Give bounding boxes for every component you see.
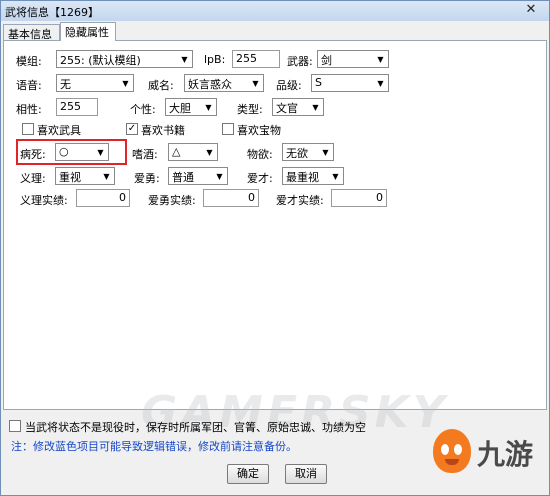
chevron-down-icon: ▼ — [252, 79, 259, 88]
righteous-select[interactable]: 重视 ▼ — [55, 167, 115, 185]
chevron-down-icon: ▼ — [377, 55, 384, 64]
righteous-value: 重视 — [59, 171, 81, 184]
mascot-eye — [441, 444, 449, 455]
brave-label: 爱勇: — [134, 172, 160, 185]
status-save-checkbox[interactable] — [9, 420, 21, 432]
hidden-attributes-panel: 模组: 255: (默认模组) ▼ lpB: 255 武器: 剑 ▼ 语音: 无… — [3, 40, 547, 410]
weapon-value: 剑 — [321, 54, 332, 67]
brave-select[interactable]: 普通 ▼ — [168, 167, 228, 185]
chevron-down-icon: ▼ — [206, 148, 213, 157]
righteous-actual-value: 0 — [119, 191, 126, 204]
chevron-down-icon: ▼ — [103, 172, 110, 181]
disease-select[interactable]: ○ ▼ — [55, 143, 109, 161]
fame-label: 威名: — [148, 79, 174, 92]
affinity-value: 255 — [60, 100, 81, 113]
close-icon[interactable]: ✕ — [519, 3, 543, 17]
lpb-value: 255 — [236, 52, 257, 65]
talent-actual-label: 爱才实绩: — [276, 194, 324, 207]
window-title: 武将信息【1269】 — [5, 6, 99, 19]
voice-select[interactable]: 无 ▼ — [56, 74, 134, 92]
alcohol-value: △ — [172, 145, 181, 158]
righteous-actual-label: 义理实绩: — [20, 194, 68, 207]
lpb-label: lpB: — [204, 53, 226, 66]
mascot-eye — [454, 444, 462, 455]
chevron-down-icon: ▼ — [322, 148, 329, 157]
desire-select[interactable]: 无欲 ▼ — [282, 143, 334, 161]
chevron-down-icon: ▼ — [97, 148, 104, 157]
disease-value: ○ — [59, 145, 69, 158]
likes-treasure-label: 喜欢宝物 — [237, 124, 281, 137]
tab-hidden-attributes[interactable]: 隐藏属性 — [60, 22, 116, 41]
model-label: 模组: — [16, 55, 42, 68]
likes-treasure-checkbox[interactable] — [222, 123, 234, 135]
lpb-input[interactable]: 255 — [232, 50, 280, 68]
fame-value: 妖言惑众 — [188, 78, 232, 91]
likes-books-checkbox[interactable]: ✓ — [126, 123, 138, 135]
title-bar: 武将信息【1269】 ✕ — [1, 1, 549, 21]
affinity-label: 相性: — [16, 103, 42, 116]
tab-strip: 基本信息 隐藏属性 — [3, 22, 549, 41]
voice-label: 语音: — [16, 79, 42, 92]
rank-label: 品级: — [276, 79, 302, 92]
desire-value: 无欲 — [286, 147, 308, 160]
chevron-down-icon: ▼ — [332, 172, 339, 181]
weapon-select[interactable]: 剑 ▼ — [317, 50, 389, 68]
personality-label: 个性: — [130, 103, 156, 116]
type-label: 类型: — [237, 103, 263, 116]
type-select[interactable]: 文官 ▼ — [272, 98, 324, 116]
chevron-down-icon: ▼ — [312, 103, 319, 112]
chevron-down-icon: ▼ — [216, 172, 223, 181]
cancel-button[interactable]: 取消 — [285, 464, 327, 484]
talent-actual-value: 0 — [376, 191, 383, 204]
brave-actual-value: 0 — [248, 191, 255, 204]
rank-value: S — [315, 76, 322, 89]
chevron-down-icon: ▼ — [181, 55, 188, 64]
chevron-down-icon: ▼ — [377, 79, 384, 88]
brave-actual-input[interactable]: 0 — [203, 189, 259, 207]
chevron-down-icon: ▼ — [122, 79, 129, 88]
status-save-label: 当武将状态不是现役时，保存时所属军团、官箐、原始忠诚、功绩为空 — [25, 421, 366, 434]
alcohol-select[interactable]: △ ▼ — [168, 143, 218, 161]
talent-actual-input[interactable]: 0 — [331, 189, 387, 207]
likes-books-label: 喜欢书籍 — [141, 124, 185, 137]
righteous-actual-input[interactable]: 0 — [76, 189, 130, 207]
alcohol-label: 嗜酒: — [132, 148, 158, 161]
desire-label: 物欲: — [247, 148, 273, 161]
fame-select[interactable]: 妖言惑众 ▼ — [184, 74, 264, 92]
personality-select[interactable]: 大胆 ▼ — [165, 98, 217, 116]
affinity-input[interactable]: 255 — [56, 98, 98, 116]
ok-button[interactable]: 确定 — [227, 464, 269, 484]
personality-value: 大胆 — [169, 102, 191, 115]
talent-select[interactable]: 最重视 ▼ — [282, 167, 344, 185]
disease-label: 病死: — [20, 148, 46, 161]
brand-logo: 九游 — [433, 427, 545, 477]
brave-actual-label: 爱勇实绩: — [148, 194, 196, 207]
brave-value: 普通 — [172, 171, 194, 184]
tab-basic-info[interactable]: 基本信息 — [3, 24, 60, 41]
dialog-window: 武将信息【1269】 ✕ 基本信息 隐藏属性 模组: 255: (默认模组) ▼… — [0, 0, 550, 496]
voice-value: 无 — [60, 78, 71, 91]
backup-notice: 注：修改蓝色项目可能导致逻辑错误，修改前请注意备份。 — [11, 440, 297, 453]
rank-select[interactable]: S ▼ — [311, 74, 389, 92]
weapon-label: 武器: — [287, 55, 313, 68]
mascot-icon — [433, 429, 471, 473]
likes-weapon-label: 喜欢武具 — [37, 124, 81, 137]
talent-label: 爱才: — [247, 172, 273, 185]
righteous-label: 义理: — [20, 172, 46, 185]
talent-value: 最重视 — [286, 171, 319, 184]
model-value: 255: (默认模组) — [60, 54, 141, 67]
chevron-down-icon: ▼ — [205, 103, 212, 112]
model-select[interactable]: 255: (默认模组) ▼ — [56, 50, 193, 68]
type-value: 文官 — [276, 102, 298, 115]
mascot-mouth — [445, 459, 459, 465]
brand-name: 九游 — [477, 438, 534, 471]
likes-weapon-checkbox[interactable] — [22, 123, 34, 135]
